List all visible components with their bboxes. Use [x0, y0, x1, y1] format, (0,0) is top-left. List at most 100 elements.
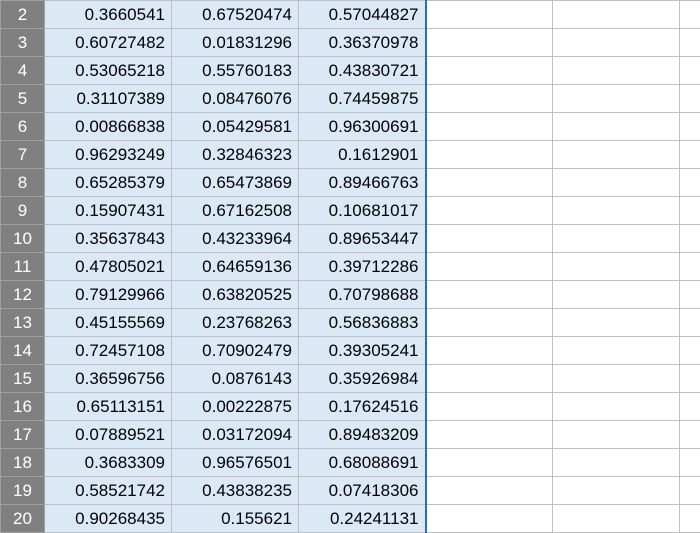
- cell[interactable]: 0.23768263: [172, 309, 299, 337]
- cell-empty[interactable]: [426, 449, 553, 477]
- cell-empty[interactable]: [680, 421, 700, 449]
- cell-empty[interactable]: [553, 449, 680, 477]
- cell-empty[interactable]: [680, 169, 700, 197]
- cell[interactable]: 0.96300691: [299, 113, 426, 141]
- cell-empty[interactable]: [553, 1, 680, 29]
- row-header[interactable]: 8: [1, 169, 45, 197]
- cell[interactable]: 0.74459875: [299, 85, 426, 113]
- cell[interactable]: 0.47805021: [45, 253, 172, 281]
- cell-empty[interactable]: [553, 365, 680, 393]
- cell-empty[interactable]: [426, 169, 553, 197]
- cell[interactable]: 0.57044827: [299, 1, 426, 29]
- cell-empty[interactable]: [553, 337, 680, 365]
- cell[interactable]: 0.05429581: [172, 113, 299, 141]
- row-header[interactable]: 18: [1, 449, 45, 477]
- cell[interactable]: 0.65113151: [45, 393, 172, 421]
- cell-empty[interactable]: [680, 225, 700, 253]
- cell[interactable]: 0.00866838: [45, 113, 172, 141]
- cell-empty[interactable]: [553, 197, 680, 225]
- cell-empty[interactable]: [426, 113, 553, 141]
- cell-empty[interactable]: [426, 477, 553, 505]
- cell[interactable]: 0.31107389: [45, 85, 172, 113]
- cell-empty[interactable]: [553, 225, 680, 253]
- cell-empty[interactable]: [426, 421, 553, 449]
- cell[interactable]: 0.43830721: [299, 57, 426, 85]
- cell-empty[interactable]: [680, 141, 700, 169]
- cell-empty[interactable]: [680, 29, 700, 57]
- cell[interactable]: 0.67520474: [172, 1, 299, 29]
- cell[interactable]: 0.79129966: [45, 281, 172, 309]
- cell-empty[interactable]: [680, 337, 700, 365]
- row-header[interactable]: 2: [1, 1, 45, 29]
- cell[interactable]: 0.58521742: [45, 477, 172, 505]
- cell[interactable]: 0.90268435: [45, 505, 172, 533]
- cell[interactable]: 0.70798688: [299, 281, 426, 309]
- cell[interactable]: 0.35926984: [299, 365, 426, 393]
- cell-empty[interactable]: [680, 281, 700, 309]
- cell[interactable]: 0.68088691: [299, 449, 426, 477]
- cell[interactable]: 0.53065218: [45, 57, 172, 85]
- cell-empty[interactable]: [553, 281, 680, 309]
- cell[interactable]: 0.10681017: [299, 197, 426, 225]
- cell-empty[interactable]: [426, 1, 553, 29]
- row-header[interactable]: 16: [1, 393, 45, 421]
- spreadsheet-grid[interactable]: 20.36605410.675204740.5704482730.6072748…: [0, 0, 700, 533]
- cell[interactable]: 0.08476076: [172, 85, 299, 113]
- cell-empty[interactable]: [426, 57, 553, 85]
- cell-empty[interactable]: [680, 253, 700, 281]
- cell[interactable]: 0.67162508: [172, 197, 299, 225]
- cell[interactable]: 0.72457108: [45, 337, 172, 365]
- cell[interactable]: 0.36596756: [45, 365, 172, 393]
- cell[interactable]: 0.63820525: [172, 281, 299, 309]
- cell-empty[interactable]: [680, 477, 700, 505]
- cell-empty[interactable]: [680, 57, 700, 85]
- cell[interactable]: 0.39712286: [299, 253, 426, 281]
- cell-empty[interactable]: [553, 477, 680, 505]
- row-header[interactable]: 3: [1, 29, 45, 57]
- cell-empty[interactable]: [553, 141, 680, 169]
- cell-empty[interactable]: [426, 29, 553, 57]
- cell-empty[interactable]: [680, 1, 700, 29]
- cell[interactable]: 0.35637843: [45, 225, 172, 253]
- cell-empty[interactable]: [553, 505, 680, 533]
- cell-empty[interactable]: [680, 197, 700, 225]
- cell[interactable]: 0.32846323: [172, 141, 299, 169]
- cell-empty[interactable]: [426, 281, 553, 309]
- cell-empty[interactable]: [426, 141, 553, 169]
- cell[interactable]: 0.39305241: [299, 337, 426, 365]
- row-header[interactable]: 9: [1, 197, 45, 225]
- cell-empty[interactable]: [680, 393, 700, 421]
- cell[interactable]: 0.155621: [172, 505, 299, 533]
- cell[interactable]: 0.45155569: [45, 309, 172, 337]
- cell-empty[interactable]: [426, 393, 553, 421]
- cell-empty[interactable]: [553, 393, 680, 421]
- cell[interactable]: 0.96293249: [45, 141, 172, 169]
- cell[interactable]: 0.65285379: [45, 169, 172, 197]
- row-header[interactable]: 15: [1, 365, 45, 393]
- cell[interactable]: 0.3683309: [45, 449, 172, 477]
- cell-empty[interactable]: [426, 337, 553, 365]
- row-header[interactable]: 12: [1, 281, 45, 309]
- cell-empty[interactable]: [426, 253, 553, 281]
- cell[interactable]: 0.17624516: [299, 393, 426, 421]
- cell[interactable]: 0.3660541: [45, 1, 172, 29]
- cell-empty[interactable]: [553, 113, 680, 141]
- cell[interactable]: 0.70902479: [172, 337, 299, 365]
- cell[interactable]: 0.24241131: [299, 505, 426, 533]
- cell-empty[interactable]: [426, 225, 553, 253]
- cell-empty[interactable]: [426, 197, 553, 225]
- cell[interactable]: 0.00222875: [172, 393, 299, 421]
- row-header[interactable]: 20: [1, 505, 45, 533]
- cell-empty[interactable]: [426, 365, 553, 393]
- cell[interactable]: 0.64659136: [172, 253, 299, 281]
- cell[interactable]: 0.0876143: [172, 365, 299, 393]
- row-header[interactable]: 7: [1, 141, 45, 169]
- cell-empty[interactable]: [680, 309, 700, 337]
- row-header[interactable]: 10: [1, 225, 45, 253]
- cell[interactable]: 0.15907431: [45, 197, 172, 225]
- cell[interactable]: 0.89466763: [299, 169, 426, 197]
- cell[interactable]: 0.01831296: [172, 29, 299, 57]
- cell[interactable]: 0.36370978: [299, 29, 426, 57]
- cell[interactable]: 0.43838235: [172, 477, 299, 505]
- cell[interactable]: 0.65473869: [172, 169, 299, 197]
